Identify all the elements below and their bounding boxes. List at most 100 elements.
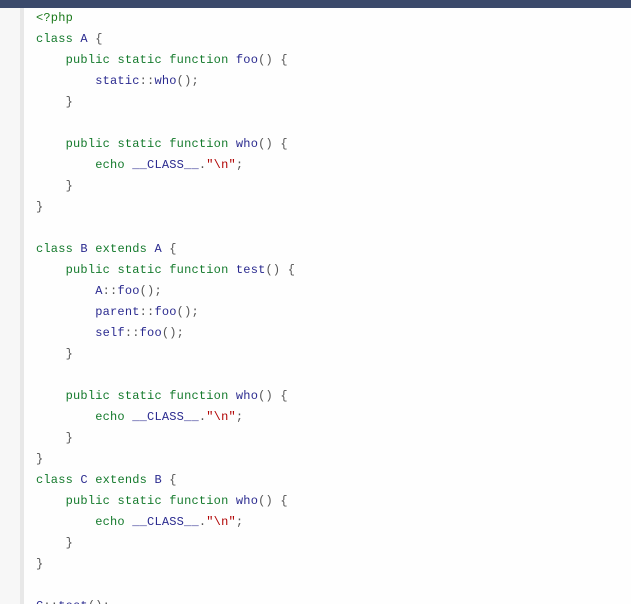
code-token: public [66,137,110,151]
code-token: { [280,389,287,403]
code-token: ; [236,410,243,424]
code-token: (); [88,599,110,604]
code-token: self [95,326,125,340]
code-token: echo [95,515,125,529]
code-token: foo [117,284,139,298]
code-token: class [36,473,73,487]
code-token: :: [140,305,155,319]
code-token [36,74,95,88]
code-token: { [280,137,287,151]
code-token: "\n" [206,515,236,529]
code-token [36,326,95,340]
code-token: :: [140,74,155,88]
code-token: { [169,242,176,256]
code-token: __CLASS__ [132,515,199,529]
code-token [228,263,235,277]
code-token [228,137,235,151]
code-token: static [95,74,139,88]
code-token: { [280,494,287,508]
code-token: () [258,389,273,403]
code-token: who [236,389,258,403]
code-token [36,431,66,445]
code-token: () [258,53,273,67]
code-token: test [58,599,88,604]
code-token: test [236,263,266,277]
code-token: who [154,74,176,88]
code-token: A [80,32,87,46]
code-token: class [36,32,73,46]
code-token: C [80,473,87,487]
code-token: ; [236,158,243,172]
code-token [228,389,235,403]
code-token: :: [103,284,118,298]
code-token: extends [95,242,147,256]
code-token: "\n" [206,410,236,424]
code-token: () [266,263,281,277]
code-token [36,305,95,319]
code-token: foo [140,326,162,340]
code-token: public [66,263,110,277]
page-body: <?php class A { public static function f… [0,8,631,604]
code-token: { [288,263,295,277]
code-token [36,536,66,550]
code-token [36,158,95,172]
code-token [228,494,235,508]
code-token: echo [95,158,125,172]
code-token: B [154,473,161,487]
code-token: (); [177,305,199,319]
code-token [36,410,95,424]
code-token: A [154,242,161,256]
code-token: } [36,452,43,466]
code-token: } [66,179,73,193]
code-token [36,494,66,508]
code-token: __CLASS__ [132,410,199,424]
code-token: static [117,53,161,67]
code-token [36,53,66,67]
code-token: } [36,557,43,571]
code-token [36,263,66,277]
code-token: (); [140,284,162,298]
code-token: { [280,53,287,67]
code-token: who [236,137,258,151]
code-token: public [66,53,110,67]
code-token: (); [177,74,199,88]
code-token: static [117,389,161,403]
code-token [280,263,287,277]
code-token: B [80,242,87,256]
code-token: "\n" [206,158,236,172]
code-token [36,515,95,529]
code-token: function [169,263,228,277]
code-block[interactable]: <?php class A { public static function f… [20,8,631,604]
code-token: foo [236,53,258,67]
code-token: } [66,536,73,550]
code-token: { [95,32,102,46]
code-token: :: [125,326,140,340]
code-token: :: [43,599,58,604]
code-token: static [117,263,161,277]
code-token [36,137,66,151]
code-token: function [169,53,228,67]
code-token: <?php [36,11,73,25]
code-token [36,389,66,403]
code-token: public [66,494,110,508]
code-token: function [169,389,228,403]
code-token: extends [95,473,147,487]
code-token [36,179,66,193]
code-token: () [258,137,273,151]
code-token: function [169,137,228,151]
code-content[interactable]: <?php class A { public static function f… [36,8,631,604]
code-token: ; [236,515,243,529]
code-token: public [66,389,110,403]
code-token: __CLASS__ [132,158,199,172]
code-token: A [95,284,102,298]
code-token: function [169,494,228,508]
code-token: } [36,200,43,214]
code-token: static [117,494,161,508]
code-token: class [36,242,73,256]
code-token: (); [162,326,184,340]
code-token: parent [95,305,139,319]
code-token: () [258,494,273,508]
code-token: } [66,347,73,361]
code-token [228,53,235,67]
code-token [36,95,66,109]
